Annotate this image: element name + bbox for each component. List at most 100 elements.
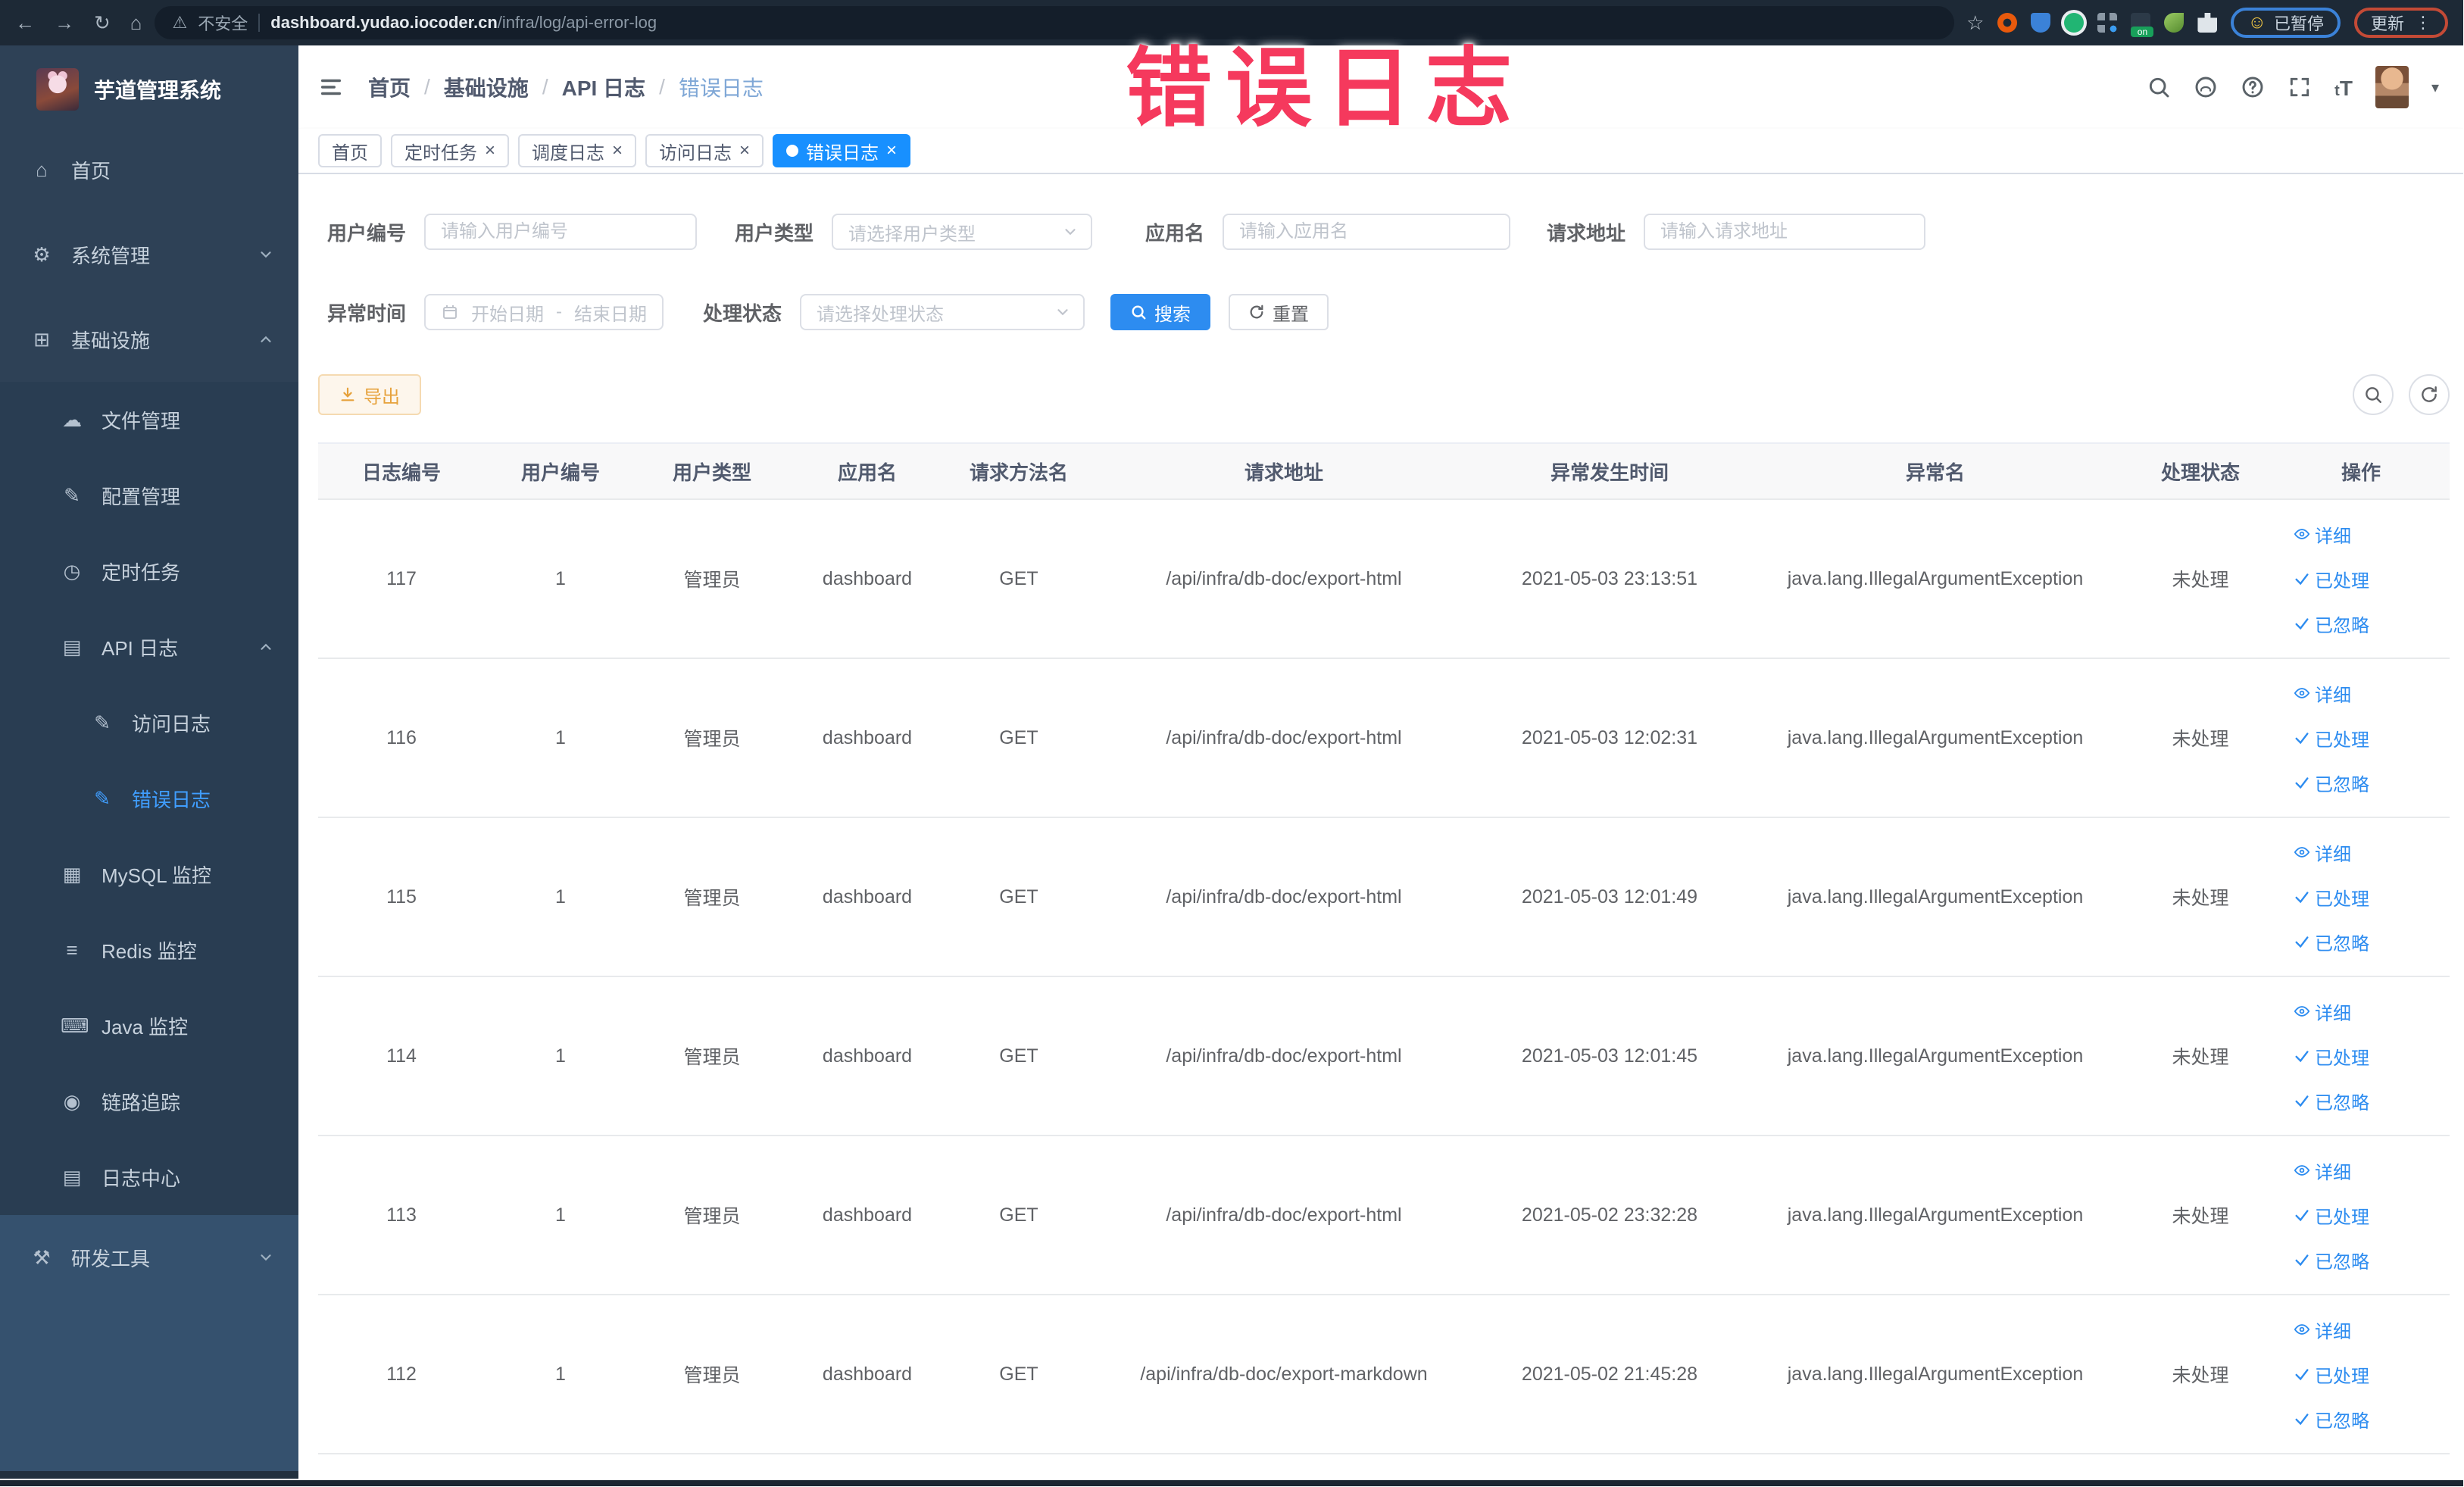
- action-label: 已处理: [2315, 729, 2369, 751]
- exception-time-range-input[interactable]: 开始日期 - 结束日期: [424, 294, 664, 330]
- font-size-icon[interactable]: tT: [2334, 73, 2353, 102]
- cell-method: GET: [999, 567, 1038, 589]
- ignored-link[interactable]: 已忽略: [2294, 770, 2369, 796]
- processed-link[interactable]: 已处理: [2294, 1361, 2369, 1388]
- app-logo-row[interactable]: 芋道管理系统: [0, 52, 298, 127]
- ignored-link[interactable]: 已忽略: [2294, 929, 2369, 955]
- paused-badge[interactable]: ☺ 已暂停: [2231, 8, 2341, 38]
- avatar[interactable]: [2375, 66, 2409, 108]
- cell-user_type: 管理员: [683, 1206, 741, 1227]
- sidebar-item-系统管理[interactable]: ⚙ 系统管理: [0, 212, 298, 297]
- extension-icon-on-badge[interactable]: [2131, 13, 2154, 37]
- breadcrumb-item[interactable]: API 日志: [562, 72, 645, 102]
- processed-link[interactable]: 已处理: [2294, 725, 2369, 751]
- detail-link[interactable]: 详细: [2294, 1157, 2351, 1184]
- column-header: 用户编号: [520, 461, 600, 484]
- user-menu-caret-icon[interactable]: ▾: [2431, 78, 2439, 97]
- processed-link[interactable]: 已处理: [2294, 884, 2369, 911]
- close-icon[interactable]: ×: [485, 142, 495, 160]
- processed-link[interactable]: 已处理: [2294, 566, 2369, 592]
- ignored-link[interactable]: 已忽略: [2294, 1088, 2369, 1114]
- hamburger-icon[interactable]: [318, 74, 344, 100]
- user-type-select[interactable]: 请选择用户类型: [832, 214, 1092, 250]
- tab-访问日志[interactable]: 访问日志 ×: [645, 134, 764, 167]
- action-label: 详细: [2315, 685, 2351, 706]
- extension-icon-shield[interactable]: [2031, 13, 2051, 33]
- fullscreen-icon[interactable]: [2288, 75, 2312, 99]
- reload-icon[interactable]: ↻: [94, 13, 111, 33]
- forward-icon[interactable]: →: [55, 13, 74, 33]
- close-icon[interactable]: ×: [886, 142, 897, 160]
- extension-icon-green[interactable]: [2064, 13, 2085, 33]
- processed-link[interactable]: 已处理: [2294, 1043, 2369, 1070]
- sidebar-item-错误日志[interactable]: ✎ 错误日志: [0, 761, 298, 836]
- tab-调度日志[interactable]: 调度日志 ×: [518, 134, 637, 167]
- tab-错误日志[interactable]: 错误日志 ×: [773, 134, 911, 167]
- browser-home-icon[interactable]: ⌂: [130, 13, 142, 33]
- export-button[interactable]: 导出: [318, 374, 421, 415]
- cell-exception: java.lang.IllegalArgumentException: [1787, 1045, 2084, 1067]
- detail-link[interactable]: 详细: [2294, 998, 2351, 1025]
- search-icon[interactable]: [2147, 75, 2171, 99]
- sidebar-item-Redis 监控[interactable]: ≡ Redis 监控: [0, 912, 298, 988]
- sidebar-item-首页[interactable]: ⌂ 首页: [0, 127, 298, 212]
- github-icon[interactable]: [2194, 75, 2218, 99]
- detail-link[interactable]: 详细: [2294, 680, 2351, 707]
- update-button[interactable]: 更新 ⋮: [2353, 8, 2448, 38]
- sidebar-item-配置管理[interactable]: ✎ 配置管理: [0, 458, 298, 533]
- column-header: 处理状态: [2160, 461, 2240, 484]
- browser-menu-kebab-icon[interactable]: ⋮: [2415, 13, 2431, 33]
- help-icon[interactable]: [2241, 75, 2265, 99]
- extension-icon-grid[interactable]: [2097, 13, 2118, 33]
- ignored-link[interactable]: 已忽略: [2294, 1406, 2369, 1432]
- search-button[interactable]: 搜索: [1110, 294, 1210, 330]
- ignored-link[interactable]: 已忽略: [2294, 1247, 2369, 1273]
- ignored-link[interactable]: 已忽略: [2294, 611, 2369, 637]
- sidebar-item-链路追踪[interactable]: ◉ 链路追踪: [0, 1064, 298, 1139]
- check-icon: [2294, 615, 2310, 632]
- detail-link[interactable]: 详细: [2294, 839, 2351, 866]
- sidebar-item-Java 监控[interactable]: ⌨ Java 监控: [0, 988, 298, 1064]
- detail-link[interactable]: 详细: [2294, 1317, 2351, 1343]
- tab-首页[interactable]: 首页: [318, 134, 382, 167]
- tab-定时任务[interactable]: 定时任务 ×: [391, 134, 510, 167]
- sidebar-item-label: 配置管理: [101, 485, 181, 508]
- close-icon[interactable]: ×: [739, 142, 750, 160]
- app-name-input[interactable]: [1223, 214, 1510, 250]
- processed-link[interactable]: 已处理: [2294, 1202, 2369, 1229]
- sidebar-item-日志中心[interactable]: ▤ 日志中心: [0, 1139, 298, 1215]
- breadcrumb-item[interactable]: 基础设施: [444, 72, 529, 102]
- column-header: 异常名: [1905, 461, 1965, 484]
- cell-status: 未处理: [2172, 888, 2229, 909]
- sidebar-item-基础设施[interactable]: ⊞ 基础设施: [0, 297, 298, 382]
- address-bar[interactable]: ⚠ 不安全 dashboard.yudao.iocoder.cn/infra/l…: [154, 6, 1955, 39]
- cell-method: GET: [999, 1045, 1038, 1067]
- java-icon: ⌨: [61, 1014, 89, 1037]
- sidebar-item-API 日志[interactable]: ▤ API 日志: [0, 609, 298, 685]
- bookmark-star-icon[interactable]: ☆: [1966, 11, 1984, 35]
- sidebar-item-label: MySQL 监控: [101, 864, 211, 887]
- chevron-down-icon: [258, 246, 274, 263]
- extensions-puzzle-icon[interactable]: [2197, 13, 2218, 33]
- request-url-input[interactable]: [1644, 214, 1925, 250]
- sidebar-item-研发工具[interactable]: ⚒ 研发工具: [0, 1215, 298, 1300]
- date-separator: -: [556, 301, 562, 322]
- reset-button[interactable]: 重置: [1229, 294, 1329, 330]
- sidebar-item-定时任务[interactable]: ◷ 定时任务: [0, 533, 298, 609]
- breadcrumb-item[interactable]: 首页: [368, 72, 411, 102]
- sidebar-item-MySQL 监控[interactable]: ▦ MySQL 监控: [0, 836, 298, 912]
- cell-time: 2021-05-02 21:45:28: [1521, 1363, 1698, 1385]
- process-status-select[interactable]: 请选择处理状态: [800, 294, 1085, 330]
- refresh-button[interactable]: [2409, 374, 2450, 415]
- extension-icon-sprout[interactable]: [2164, 13, 2184, 33]
- back-icon[interactable]: ←: [15, 13, 35, 33]
- search-toggle-button[interactable]: [2353, 374, 2394, 415]
- extension-icon-orange[interactable]: [1997, 13, 2018, 33]
- sidebar-item-访问日志[interactable]: ✎ 访问日志: [0, 685, 298, 761]
- user-id-input[interactable]: [424, 214, 697, 250]
- check-icon: [2294, 774, 2310, 791]
- detail-link[interactable]: 详细: [2294, 521, 2351, 548]
- close-icon[interactable]: ×: [612, 142, 623, 160]
- sidebar-item-label: 访问日志: [132, 712, 211, 736]
- sidebar-item-文件管理[interactable]: ☁ 文件管理: [0, 382, 298, 458]
